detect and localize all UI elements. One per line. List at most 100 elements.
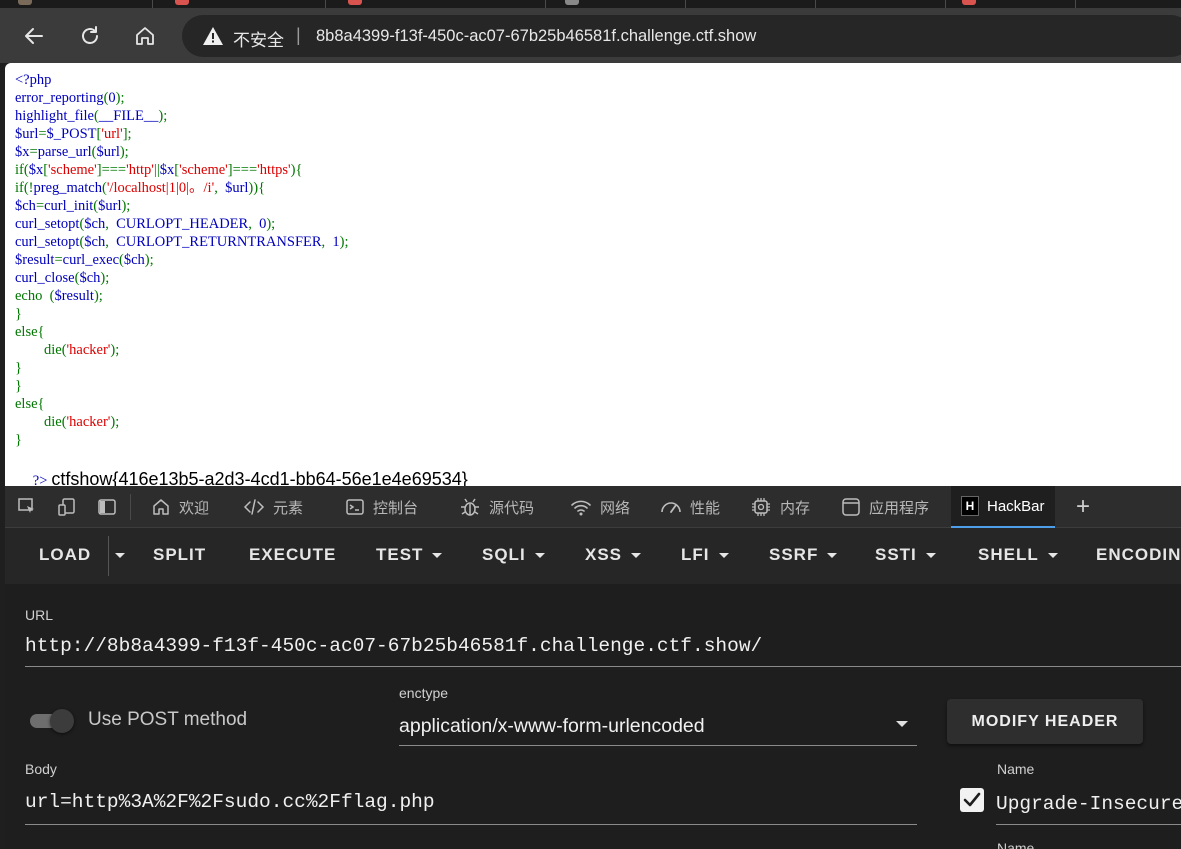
- code-line: if($x['scheme']==='http'||$x['scheme']==…: [15, 161, 349, 179]
- code-line: highlight_file(__FILE__);: [15, 107, 349, 125]
- app-icon: [842, 498, 860, 516]
- security-label[interactable]: 不安全: [233, 26, 284, 51]
- encoding-label: ENCODIN: [1096, 545, 1181, 564]
- dropdown-arrow-icon[interactable]: [895, 720, 909, 728]
- tab-network[interactable]: 网络: [570, 486, 630, 528]
- code-line: if(!preg_match('/localhost|1|0|。/i', $ur…: [15, 179, 349, 197]
- toolbar-divider: [130, 494, 131, 520]
- ssti-menu[interactable]: SSTI: [875, 545, 936, 565]
- output-line: ?> ctfshow{416e13b5-a2d3-4cd1-bb64-56e1e4…: [15, 451, 468, 489]
- caret-down-icon: [827, 552, 838, 558]
- tab-label: 控制台: [373, 499, 419, 517]
- caret-down-icon: [631, 552, 642, 558]
- devtools-tabbar: 欢迎 元素 控制台 源代码 网络 性能 内存 应用程序 H HackBar +: [5, 486, 1181, 528]
- execute-button[interactable]: EXECUTE: [249, 545, 336, 565]
- code-line: }: [15, 431, 349, 449]
- header-enabled-checkbox[interactable]: [960, 788, 984, 812]
- enctype-underline: [399, 745, 917, 746]
- post-method-toggle[interactable]: [28, 709, 76, 733]
- code-token: 'scheme': [48, 162, 97, 178]
- tab-application[interactable]: 应用程序: [841, 486, 929, 528]
- code-token: 'hacker': [66, 414, 111, 430]
- ssrf-menu[interactable]: SSRF: [769, 545, 838, 565]
- dock-side-button[interactable]: [96, 496, 118, 518]
- tab-favicon[interactable]: [565, 0, 579, 5]
- code-token: );: [93, 288, 103, 304]
- address-bar[interactable]: 不安全 | 8b8a4399-f13f-450c-ac07-67b25b4658…: [182, 15, 1181, 57]
- inspect-element-button[interactable]: [16, 496, 38, 518]
- modify-header-button[interactable]: MODIFY HEADER: [947, 699, 1143, 744]
- code-token: );: [100, 270, 110, 286]
- add-tab-button[interactable]: +: [1076, 486, 1090, 528]
- code-token: 'http': [126, 162, 154, 178]
- code-token: 1: [332, 234, 340, 250]
- code-token: 'hacker': [66, 342, 111, 358]
- code-token: highlight_file: [15, 108, 94, 124]
- code-line: echo ($result);: [15, 287, 349, 305]
- device-emulation-button[interactable]: [56, 496, 78, 518]
- lfi-menu[interactable]: LFI: [681, 545, 729, 565]
- code-token: =: [38, 126, 47, 142]
- code-token: =: [29, 144, 38, 160]
- code-token: 'url': [101, 126, 123, 142]
- xss-menu[interactable]: XSS: [585, 545, 642, 565]
- test-menu[interactable]: TEST: [376, 545, 443, 565]
- reload-button[interactable]: [74, 20, 106, 52]
- body-input[interactable]: url=http%3A%2F%2Fsudo.cc%2Fflag.php: [25, 791, 915, 813]
- tab-favicon[interactable]: [962, 0, 976, 5]
- toggle-knob: [50, 709, 74, 733]
- code-token: curl_setopt: [15, 234, 80, 250]
- url-input[interactable]: http://8b8a4399-f13f-450c-ac07-67b25b465…: [25, 635, 1181, 657]
- shell-menu[interactable]: SHELL: [978, 545, 1058, 565]
- code-token: else{: [15, 396, 45, 412]
- back-button[interactable]: [18, 20, 50, 52]
- tab-separator: [945, 0, 946, 8]
- code-token: );: [266, 216, 276, 232]
- address-text[interactable]: 8b8a4399-f13f-450c-ac07-67b25b46581f.cha…: [316, 27, 756, 46]
- code-token: $url: [98, 198, 122, 214]
- tab-welcome[interactable]: 欢迎: [151, 486, 209, 528]
- tab-hackbar[interactable]: H HackBar: [951, 486, 1055, 528]
- tab-favicon[interactable]: [348, 0, 362, 5]
- caret-down-icon: [432, 552, 443, 558]
- tab-console[interactable]: 控制台: [345, 486, 418, 528]
- load-options-button[interactable]: [112, 553, 125, 558]
- tab-favicon[interactable]: [18, 0, 32, 5]
- tab-performance[interactable]: 性能: [660, 486, 720, 528]
- gauge-icon: [661, 502, 681, 513]
- code-token: curl_init: [44, 198, 94, 214]
- code-token: )){: [248, 180, 266, 196]
- code-token: =: [35, 198, 45, 214]
- tab-memory[interactable]: 内存: [750, 486, 810, 528]
- code-token: curl_setopt: [15, 216, 80, 232]
- code-token: );: [110, 342, 120, 358]
- code-token: $ch: [84, 234, 106, 250]
- code-token: if(: [15, 162, 29, 178]
- console-icon: [346, 499, 364, 515]
- enctype-select[interactable]: application/x-www-form-urlencoded: [399, 715, 879, 738]
- header-name-input[interactable]: Upgrade-Insecure: [996, 793, 1181, 815]
- url-underline: [25, 666, 1181, 667]
- checkmark-icon: [963, 792, 981, 807]
- caret-down-icon: [718, 552, 729, 558]
- load-button[interactable]: LOAD: [39, 545, 91, 565]
- tab-favicon[interactable]: [175, 0, 189, 5]
- warning-icon[interactable]: [202, 26, 224, 46]
- code-token: else{: [15, 324, 45, 340]
- code-token: $url: [96, 144, 120, 160]
- ssti-label: SSTI: [875, 545, 917, 564]
- tab-elements[interactable]: 元素: [243, 486, 303, 528]
- code-token: error_reporting: [15, 90, 104, 106]
- home-button[interactable]: [129, 20, 161, 52]
- sqli-menu[interactable]: SQLI: [482, 545, 545, 565]
- split-button[interactable]: SPLIT: [153, 545, 206, 565]
- encoding-menu[interactable]: ENCODIN: [1096, 545, 1181, 565]
- tab-sources[interactable]: 源代码: [459, 486, 534, 528]
- post-method-label[interactable]: Use POST method: [88, 709, 247, 731]
- bug-icon: [461, 498, 479, 516]
- back-arrow-icon: [25, 28, 43, 44]
- code-token: ,: [214, 180, 226, 196]
- code-line: curl_setopt($ch, CURLOPT_RETURNTRANSFER,…: [15, 233, 349, 251]
- tab-label: 性能: [690, 499, 721, 517]
- header-name-label: Name: [997, 761, 1035, 777]
